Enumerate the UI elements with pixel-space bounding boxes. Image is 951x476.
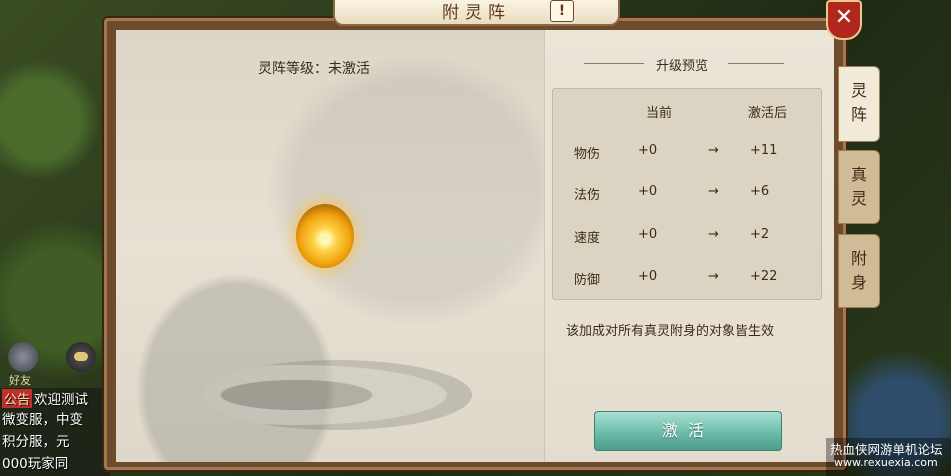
fire-orb-icon [296, 204, 354, 268]
arrow-icon: → [708, 143, 719, 158]
stat-after: +11 [750, 143, 778, 158]
chat-bubble-icon[interactable] [66, 342, 96, 372]
chat-line: 积分服，元 [2, 434, 70, 450]
arrow-icon: → [708, 269, 719, 284]
chat-line: 000玩家同 [2, 456, 69, 472]
tab-possession[interactable]: 附 身 [838, 234, 880, 308]
dialog-title: 附灵阵 [442, 3, 511, 23]
title-plate: 附灵阵 ! [333, 0, 620, 26]
stat-current: +0 [638, 184, 658, 199]
help-button[interactable]: ! [550, 0, 574, 22]
tab-label: 真 灵 [850, 165, 867, 208]
divider-left [584, 63, 644, 64]
tab-spirit-array[interactable]: 灵 阵 [838, 66, 880, 142]
tab-label: 灵 阵 [850, 81, 867, 124]
header-current: 当前 [646, 106, 673, 121]
watermark-url: www.rexuexia.com [834, 456, 938, 469]
divider-right [728, 63, 784, 64]
stat-current: +0 [638, 269, 658, 284]
friends-icon[interactable] [8, 342, 38, 372]
tab-label: 附 身 [850, 249, 867, 292]
arrow-icon: → [708, 184, 719, 199]
notice-tag: 公告 [2, 389, 33, 408]
close-button[interactable]: ✕ [826, 0, 862, 40]
chat-line: 微变服，中变 [2, 412, 83, 428]
chat-panel[interactable]: 公告 欢迎测试 微变服，中变 积分服，元 000玩家同 [0, 388, 110, 476]
effect-note: 该加成对所有真灵附身的对象皆生效 [566, 324, 775, 339]
stat-after: +2 [750, 227, 770, 242]
yin-yang-platform [202, 360, 472, 430]
stat-name: 法伤 [574, 188, 601, 203]
stat-current: +0 [638, 143, 658, 158]
chat-line: 公告 欢迎测试 [2, 388, 88, 408]
activate-button[interactable]: 激活 [594, 411, 782, 451]
array-level-text: 灵阵等级：未激活 [258, 61, 370, 77]
friends-label: 好友 [9, 374, 31, 387]
header-after: 激活后 [748, 106, 788, 121]
tab-true-spirit[interactable]: 真 灵 [838, 150, 880, 224]
preview-title: 升级预览 [656, 59, 709, 74]
stat-name: 速度 [574, 231, 601, 246]
arrow-icon: → [708, 227, 719, 242]
stat-name: 物伤 [574, 147, 601, 162]
stat-after: +6 [750, 184, 770, 199]
stat-current: +0 [638, 227, 658, 242]
stat-after: +22 [750, 269, 778, 284]
stat-name: 防御 [574, 273, 601, 288]
